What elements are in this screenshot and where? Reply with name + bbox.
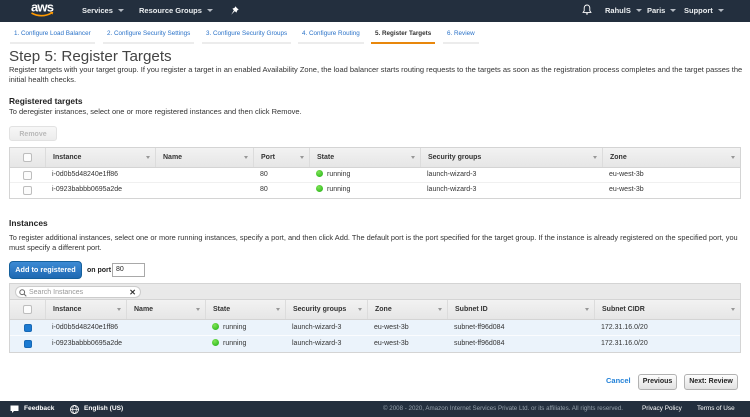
svg-text:aws: aws (31, 1, 54, 15)
